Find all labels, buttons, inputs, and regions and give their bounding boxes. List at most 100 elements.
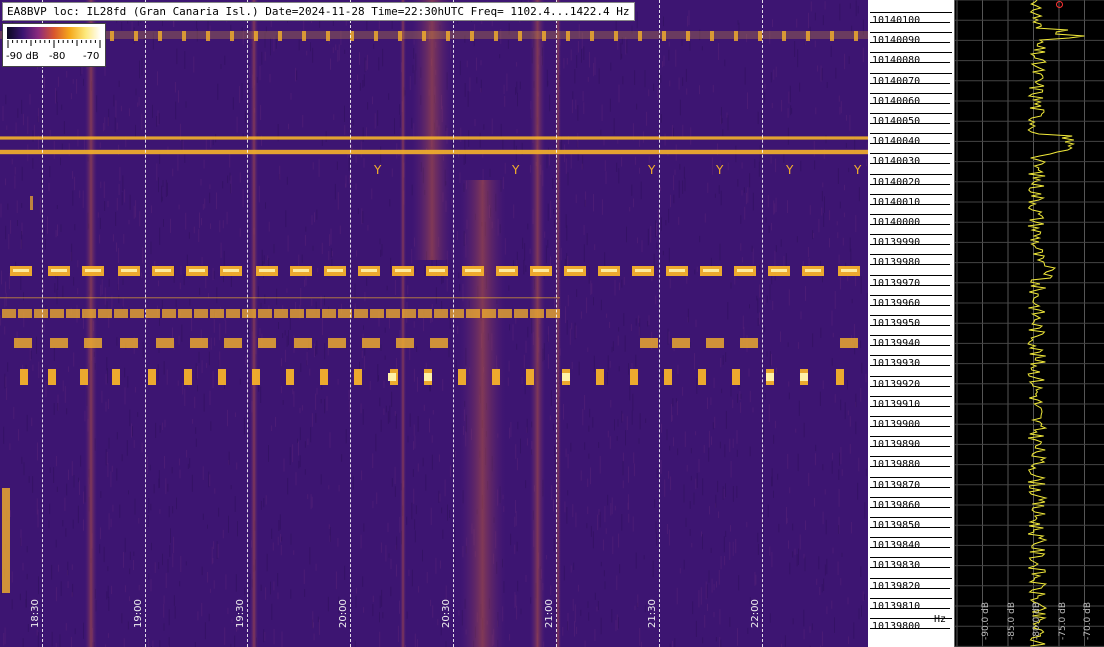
peak-marker-icon xyxy=(1056,1,1063,8)
freq-minor-tick xyxy=(870,295,952,296)
signal-burst xyxy=(189,269,205,272)
time-gridline xyxy=(556,0,557,647)
signal-burst xyxy=(84,338,102,348)
freq-label: 10140030 xyxy=(872,156,921,167)
signal-burst xyxy=(424,373,432,381)
signal-burst xyxy=(182,31,186,41)
freq-minor-tick xyxy=(870,376,952,377)
signal-burst xyxy=(434,309,448,318)
freq-minor-tick xyxy=(870,456,952,457)
signal-burst xyxy=(134,31,138,41)
freq-label: 10140060 xyxy=(872,96,921,107)
signal-burst xyxy=(494,31,498,41)
signal-burst xyxy=(112,369,120,385)
time-gridline xyxy=(145,0,146,647)
freq-label: 10140100 xyxy=(872,15,921,26)
signal-burst xyxy=(130,309,144,318)
signal-burst xyxy=(218,369,226,385)
freq-minor-tick xyxy=(870,436,952,437)
signal-burst xyxy=(590,31,594,41)
signal-burst xyxy=(672,338,690,348)
signal-burst xyxy=(34,309,48,318)
freq-label: 10139870 xyxy=(872,480,921,491)
signal-burst xyxy=(206,31,210,41)
signal-burst xyxy=(482,309,496,318)
signal-burst xyxy=(630,369,638,385)
signal-burst xyxy=(326,31,330,41)
noise-streak xyxy=(85,0,97,647)
signal-burst xyxy=(601,269,617,272)
signal-burst xyxy=(14,338,32,348)
signal-burst xyxy=(686,31,690,41)
db-label: -80.0 dB xyxy=(1032,601,1042,640)
signal-burst xyxy=(278,31,282,41)
freq-minor-tick xyxy=(870,254,952,255)
signal-burst xyxy=(114,309,128,318)
signal-burst xyxy=(706,338,724,348)
signal-burst xyxy=(395,269,411,272)
freq-minor-tick xyxy=(870,557,952,558)
freq-minor-tick xyxy=(870,234,952,235)
signal-burst xyxy=(156,338,174,348)
time-gridline xyxy=(42,0,43,647)
freq-minor-tick xyxy=(870,133,952,134)
signal-burst xyxy=(120,338,138,348)
waterfall-display[interactable]: Y Y Y Y Y Y 18:30 19:00 19:30 20:00 20:30 21:00 21:… xyxy=(0,0,868,647)
signal-burst xyxy=(258,338,276,348)
freq-label: 10139820 xyxy=(872,581,921,592)
signal-burst xyxy=(782,31,786,41)
freq-label: 10140020 xyxy=(872,177,921,188)
freq-label: 10139830 xyxy=(872,560,921,571)
freq-label: 10139920 xyxy=(872,379,921,390)
signal-burst xyxy=(80,369,88,385)
freq-minor-tick xyxy=(870,113,952,114)
signal-burst xyxy=(806,31,810,41)
signal-burst xyxy=(194,309,208,318)
signal-burst xyxy=(470,31,474,41)
waterfall-signals: YYYYYY xyxy=(0,0,868,647)
time-label: 20:30 xyxy=(441,599,452,628)
signal-burst xyxy=(514,309,528,318)
freq-label: 10139880 xyxy=(872,459,921,470)
noise-streak xyxy=(530,0,545,647)
signal-burst xyxy=(854,31,858,41)
signal-burst xyxy=(398,31,402,41)
freq-label: 10139910 xyxy=(872,399,921,410)
signal-burst xyxy=(596,369,604,385)
carrier-line xyxy=(0,297,560,299)
signal-burst xyxy=(418,309,432,318)
signal-burst xyxy=(562,373,570,381)
freq-label: 10140090 xyxy=(872,35,921,46)
signal-burst xyxy=(306,309,320,318)
freq-minor-tick xyxy=(870,335,952,336)
signal-burst xyxy=(302,31,306,41)
signal-burst xyxy=(354,309,368,318)
freq-label: 10139810 xyxy=(872,601,921,612)
signal-burst xyxy=(294,338,312,348)
signal-burst xyxy=(155,269,171,272)
signal-burst xyxy=(465,269,481,272)
signal-burst xyxy=(85,269,101,272)
signal-burst xyxy=(327,269,343,272)
freq-minor-tick xyxy=(870,214,952,215)
frequency-axis: 10140100 10140090 10140080 10140070 10140060… xyxy=(868,0,954,647)
freq-minor-tick xyxy=(870,416,952,417)
signal-burst xyxy=(121,269,137,272)
signal-burst xyxy=(429,269,445,272)
freq-label: 10139840 xyxy=(872,540,921,551)
signal-burst xyxy=(614,31,618,41)
db-label: -70.0 dB xyxy=(1083,601,1093,640)
freq-label: 10139850 xyxy=(872,520,921,531)
signal-burst xyxy=(158,31,162,41)
signal-burst xyxy=(800,373,808,381)
signal-burst xyxy=(223,269,239,272)
signal-burst xyxy=(50,338,68,348)
signal-burst xyxy=(13,269,29,272)
db-label: -75.0 dB xyxy=(1057,601,1068,640)
freq-label: 10139800 xyxy=(872,621,921,632)
signal-burst xyxy=(2,488,10,593)
freq-minor-tick xyxy=(870,315,952,316)
signal-burst xyxy=(320,369,328,385)
signal-burst xyxy=(162,309,176,318)
noise-streak xyxy=(400,0,406,647)
